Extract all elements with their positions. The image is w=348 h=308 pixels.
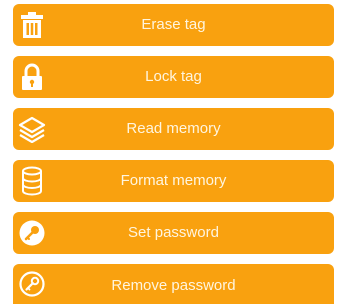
format-memory-button[interactable]: Format memory (13, 160, 334, 202)
key-icon (17, 218, 47, 248)
erase-tag-button[interactable]: Erase tag (13, 4, 334, 46)
trash-icon (17, 10, 47, 40)
read-memory-label: Read memory (126, 120, 221, 137)
padlock-icon (17, 62, 47, 92)
remove-password-label: Remove password (111, 277, 236, 294)
key-remove-icon (17, 269, 47, 299)
layers-icon (17, 114, 47, 144)
set-password-button[interactable]: Set password (13, 212, 334, 254)
lock-tag-button[interactable]: Lock tag (13, 56, 334, 98)
remove-password-button[interactable]: Remove password (13, 264, 334, 304)
format-memory-label: Format memory (120, 172, 227, 189)
tag-actions-menu: Erase tag Lock tag Read memory Format me… (13, 0, 334, 304)
erase-tag-label: Erase tag (141, 16, 206, 33)
database-icon (17, 166, 47, 196)
set-password-label: Set password (128, 224, 219, 241)
lock-tag-label: Lock tag (145, 68, 202, 85)
read-memory-button[interactable]: Read memory (13, 108, 334, 150)
